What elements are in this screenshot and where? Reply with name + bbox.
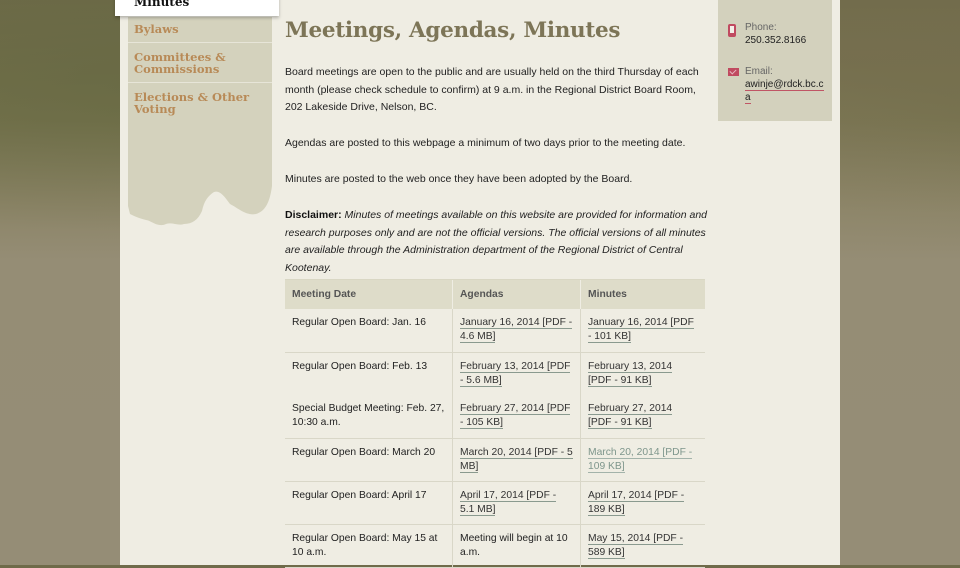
header-agendas: Agendas	[452, 279, 581, 309]
agenda-link[interactable]: March 20, 2014 [PDF - 5 MB]	[460, 446, 573, 473]
disclaimer-label: Disclaimer:	[285, 209, 342, 221]
email-icon	[728, 68, 739, 76]
meetings-table: Meeting Date Agendas Minutes Regular Ope…	[285, 279, 705, 568]
agenda-link[interactable]: February 13, 2014 [PDF - 5.6 MB]	[460, 360, 571, 387]
nav-item-committees[interactable]: Committees & Commissions	[128, 43, 272, 83]
meeting-date: Regular Open Board: Feb. 13	[292, 360, 428, 372]
header-meeting-date: Meeting Date	[285, 279, 453, 309]
header-minutes: Minutes	[580, 279, 705, 309]
table-row: Regular Open Board: Jan. 16 January 16, …	[285, 309, 705, 353]
email-link[interactable]: awinje@rdck.bc.ca	[745, 79, 824, 104]
phone-number: 250.352.8166	[745, 35, 807, 46]
page-title: Meetings, Agendas, Minutes	[285, 18, 621, 43]
table-header-row: Meeting Date Agendas Minutes	[285, 279, 705, 309]
minutes-link[interactable]: February 13, 2014 [PDF - 91 KB]	[588, 360, 673, 387]
nav-item-bylaws[interactable]: Bylaws	[128, 17, 272, 43]
agenda-note: Meeting will begin at 10 a.m.	[452, 524, 581, 568]
email-label: Email:	[745, 66, 773, 77]
nav-list: Bylaws Committees & Commissions Election…	[128, 17, 272, 124]
email-info: Email: awinje@rdck.bc.ca	[745, 65, 825, 104]
contact-sidebar: Information Phone: 250.352.8166 Email: a…	[718, 0, 832, 121]
meeting-date: Regular Open Board: Jan. 16	[285, 309, 453, 353]
nav-item-minutes-active[interactable]: Minutes	[115, 0, 279, 16]
minutes-note: Minutes are posted to the web once they …	[285, 173, 633, 185]
agenda-link[interactable]: February 27, 2014 [PDF - 105 KB]	[460, 403, 571, 429]
minutes-link[interactable]: March 20, 2014 [PDF - 109 KB]	[588, 446, 693, 473]
phone-icon	[728, 24, 736, 37]
meeting-date: Regular Open Board: April 17	[285, 481, 453, 525]
nav-brush-decoration	[128, 116, 272, 226]
table-row: Regular Open Board: April 17 April 17, 2…	[285, 481, 705, 525]
disclaimer: Disclaimer: Minutes of meetings availabl…	[285, 207, 710, 278]
meeting-date: Regular Open Board: May 15 at 10 a.m.	[285, 524, 453, 568]
phone-info: Phone: 250.352.8166	[745, 21, 806, 47]
minutes-link[interactable]: April 17, 2014 [PDF - 189 KB]	[588, 489, 685, 516]
intro-paragraph: Board meetings are open to the public an…	[285, 66, 699, 114]
table-row: Regular Open Board: March 20 March 20, 2…	[285, 438, 705, 482]
minutes-link[interactable]: February 27, 2014 [PDF - 91 KB]	[588, 403, 673, 429]
minutes-link[interactable]: May 15, 2014 [PDF - 589 KB]	[588, 532, 683, 559]
minutes-link[interactable]: January 16, 2014 [PDF - 101 KB]	[588, 317, 694, 343]
table-row: Regular Open Board: Feb. 13 February 13,…	[285, 352, 705, 395]
disclaimer-text: Minutes of meetings available on this we…	[285, 209, 707, 275]
meeting-date: Special Budget Meeting: Feb. 27, 10:30 a…	[285, 395, 453, 439]
agendas-note: Agendas are posted to this webpage a min…	[285, 137, 686, 149]
agenda-link[interactable]: April 17, 2014 [PDF - 5.1 MB]	[460, 489, 557, 516]
table-row: Special Budget Meeting: Feb. 27, 10:30 a…	[285, 395, 705, 439]
table-row: Regular Open Board: May 15 at 10 a.m. Me…	[285, 524, 705, 568]
phone-label: Phone:	[745, 22, 777, 33]
agenda-link[interactable]: January 16, 2014 [PDF - 4.6 MB]	[460, 317, 573, 343]
meeting-date: Regular Open Board: March 20	[285, 438, 453, 482]
page-content: Bylaws Committees & Commissions Election…	[115, 0, 840, 568]
